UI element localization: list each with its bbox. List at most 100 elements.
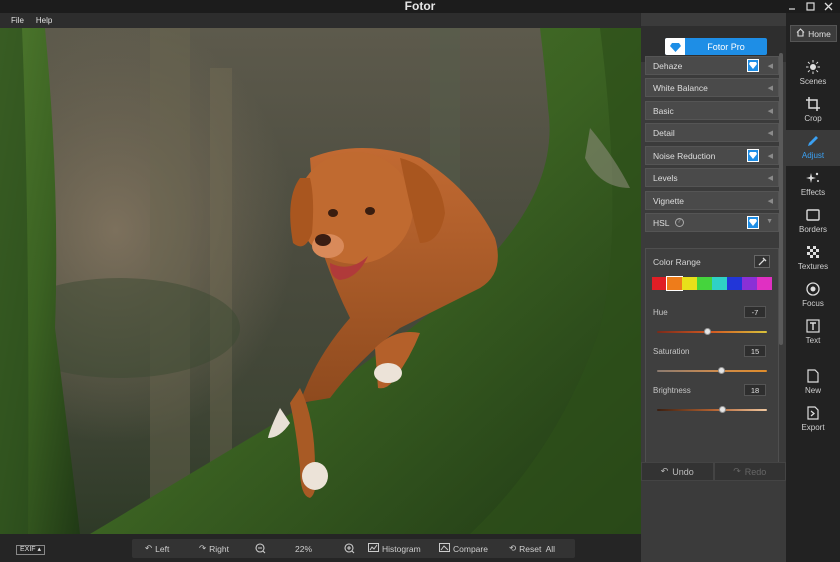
tool-borders[interactable]: Borders — [786, 204, 840, 240]
tool-text[interactable]: Text — [786, 315, 840, 351]
rotate-right-label: Right — [209, 543, 229, 554]
menu-bar: File Help — [0, 13, 640, 28]
brightness-value[interactable]: 18 — [744, 384, 766, 396]
adjust-panel: Fotor Pro Dehaze ◀ White Balance ◀ Basic… — [641, 13, 786, 562]
close-icon[interactable] — [820, 0, 836, 12]
home-button[interactable]: Home — [790, 25, 837, 42]
swatch-purple[interactable] — [742, 277, 757, 290]
undo-icon: ↶ — [660, 466, 669, 476]
export-icon — [805, 405, 821, 421]
saturation-slider-thumb[interactable] — [717, 367, 725, 374]
zoom-out-icon[interactable] — [255, 539, 266, 558]
home-icon — [796, 28, 805, 39]
brightness-slider-thumb[interactable] — [718, 406, 726, 413]
tool-adjust[interactable]: Adjust — [786, 130, 840, 166]
home-label: Home — [808, 28, 831, 39]
swatch-magenta[interactable] — [757, 277, 772, 290]
eyedropper-icon[interactable] — [754, 255, 770, 268]
histogram-icon — [368, 543, 379, 554]
pencil-icon — [805, 133, 821, 149]
help-icon[interactable]: ? — [674, 218, 684, 227]
swatch-orange[interactable] — [666, 276, 683, 291]
saturation-slider[interactable] — [657, 367, 767, 374]
section-dehaze[interactable]: Dehaze ◀ — [645, 56, 779, 75]
section-label: Levels — [653, 172, 678, 183]
section-vignette[interactable]: Vignette ◀ — [645, 191, 779, 210]
new-file-icon — [805, 368, 821, 384]
focus-icon — [805, 281, 821, 297]
exif-button[interactable]: EXIF ▴ — [16, 545, 46, 555]
reset-all-button[interactable]: ⟲ Reset All — [509, 539, 555, 558]
tool-export[interactable]: Export — [786, 402, 840, 438]
tool-focus[interactable]: Focus — [786, 278, 840, 314]
hue-slider[interactable] — [657, 328, 767, 335]
saturation-value[interactable]: 15 — [744, 345, 766, 357]
section-label: Noise Reduction — [653, 150, 716, 161]
rotate-right-button[interactable]: ↷ Right — [199, 539, 229, 558]
swatch-yellow[interactable] — [682, 277, 697, 290]
swatch-green[interactable] — [697, 277, 712, 290]
hue-value[interactable]: -7 — [744, 306, 766, 318]
rotate-left-label: Left — [155, 543, 170, 554]
tool-effects[interactable]: Effects — [786, 167, 840, 203]
swatch-red[interactable] — [652, 277, 667, 290]
saturation-label: Saturation — [653, 347, 690, 356]
reset-icon: ⟲ — [509, 543, 517, 553]
pro-diamond-icon — [747, 149, 759, 162]
rotate-left-button[interactable]: ↶ Left — [145, 539, 169, 558]
tools-sidebar: Home Scenes Crop Adjust Effects Borders — [786, 13, 840, 562]
tool-label: Text — [805, 336, 821, 345]
collapse-arrow-icon: ◀ — [767, 153, 773, 160]
histogram-button[interactable]: Histogram — [368, 539, 421, 558]
section-detail[interactable]: Detail ◀ — [645, 123, 779, 142]
section-label: Basic — [653, 105, 674, 116]
tool-new[interactable]: New — [786, 365, 840, 401]
compare-icon — [439, 543, 450, 554]
minimize-icon[interactable] — [784, 0, 800, 12]
panel-scrollbar[interactable] — [779, 53, 783, 345]
zoom-in-icon[interactable] — [344, 539, 355, 558]
crop-icon — [805, 96, 821, 112]
tool-textures[interactable]: Textures — [786, 241, 840, 277]
section-white-balance[interactable]: White Balance ◀ — [645, 78, 779, 97]
section-noise-reduction[interactable]: Noise Reduction ◀ — [645, 146, 779, 165]
brightness-label: Brightness — [653, 386, 691, 395]
menu-help[interactable]: Help — [36, 16, 52, 25]
fotor-pro-label: Fotor Pro — [707, 41, 745, 52]
app-title: Fotor — [404, 0, 436, 13]
maximize-icon[interactable] — [802, 0, 818, 12]
section-basic[interactable]: Basic ◀ — [645, 101, 779, 120]
tool-label: Crop — [804, 114, 822, 123]
compare-button[interactable]: Compare — [439, 539, 488, 558]
section-label: Dehaze — [653, 60, 683, 71]
brightness-slider[interactable] — [657, 406, 767, 413]
section-levels[interactable]: Levels ◀ — [645, 168, 779, 187]
tool-label: Scenes — [799, 77, 827, 86]
undo-button[interactable]: ↶ Undo — [641, 462, 714, 481]
collapse-arrow-icon: ◀ — [767, 130, 773, 137]
photo-canvas[interactable] — [0, 28, 641, 534]
section-label: HSL — [653, 217, 670, 228]
section-label: Detail — [653, 127, 675, 138]
hue-label: Hue — [653, 308, 668, 317]
tool-crop[interactable]: Crop — [786, 93, 840, 129]
history-bar: ↶ Undo ↷ Redo — [641, 462, 786, 481]
hue-slider-thumb[interactable] — [703, 328, 711, 335]
tool-label: Export — [801, 423, 825, 432]
section-hsl[interactable]: HSL ? ▼ — [645, 213, 779, 232]
menu-file[interactable]: File — [11, 16, 24, 25]
swatch-aqua[interactable] — [712, 277, 727, 290]
collapse-arrow-icon: ◀ — [767, 198, 773, 205]
sun-icon — [805, 59, 821, 75]
window-controls — [784, 0, 836, 12]
reset-all-label: Reset All — [519, 543, 556, 554]
tool-scenes[interactable]: Scenes — [786, 56, 840, 92]
tool-label: Borders — [798, 225, 827, 234]
fotor-pro-button[interactable]: Fotor Pro — [665, 38, 767, 55]
exif-label: EXIF — [20, 546, 36, 553]
redo-button[interactable]: ↷ Redo — [713, 462, 786, 481]
color-range-swatches — [652, 276, 772, 291]
swatch-blue[interactable] — [727, 277, 742, 290]
texture-icon — [805, 244, 821, 260]
compare-label: Compare — [453, 543, 488, 554]
